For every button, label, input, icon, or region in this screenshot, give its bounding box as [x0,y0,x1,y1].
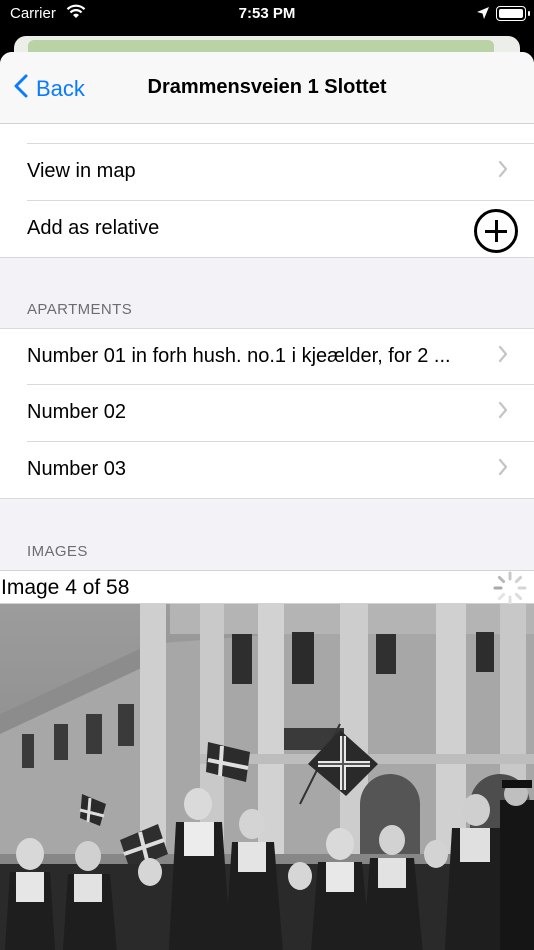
chevron-right-icon [498,343,508,369]
activity-spinner-icon [486,571,530,605]
row-separator [0,257,534,258]
historical-photo[interactable] [0,604,534,950]
battery-icon [496,6,530,21]
view-in-map-label: View in map [27,160,136,182]
apartment-label: Number 01 in forh hush. no.1 i kjeælder,… [27,345,451,367]
apartment-row-1[interactable]: Number 01 in forh hush. no.1 i kjeælder,… [0,328,534,385]
image-counter: Image 4 of 58 [1,576,130,599]
add-as-relative-label: Add as relative [27,217,160,239]
apartments-section-header: APARTMENTS [27,301,133,318]
row-separator [0,498,534,499]
apartment-row-3[interactable]: Number 03 [0,442,534,499]
images-section-header: IMAGES [27,543,88,560]
apartment-row-2[interactable]: Number 02 [0,385,534,442]
plus-circle-icon[interactable] [474,209,518,253]
navigation-bar: Back Drammensveien 1 Slottet [0,52,534,124]
view-in-map-row[interactable]: View in map [0,144,534,201]
location-arrow-icon [476,6,490,24]
table-view[interactable]: View in map Add as relative APARTMENTS N… [0,114,534,950]
apartment-label: Number 03 [27,458,126,480]
add-as-relative-row[interactable]: Add as relative [0,201,534,258]
chevron-right-icon [498,456,508,482]
page-title: Drammensveien 1 Slottet [147,76,387,98]
image-caption-bar: Image 4 of 58 [0,570,534,605]
status-time: 7:53 PM [238,5,296,22]
modal-sheet: Back Drammensveien 1 Slottet View in map… [0,52,534,950]
status-bar: Carrier 7:53 PM [0,0,534,30]
apartment-label: Number 02 [27,401,126,423]
chevron-right-icon [498,399,508,425]
chevron-right-icon [498,158,508,184]
